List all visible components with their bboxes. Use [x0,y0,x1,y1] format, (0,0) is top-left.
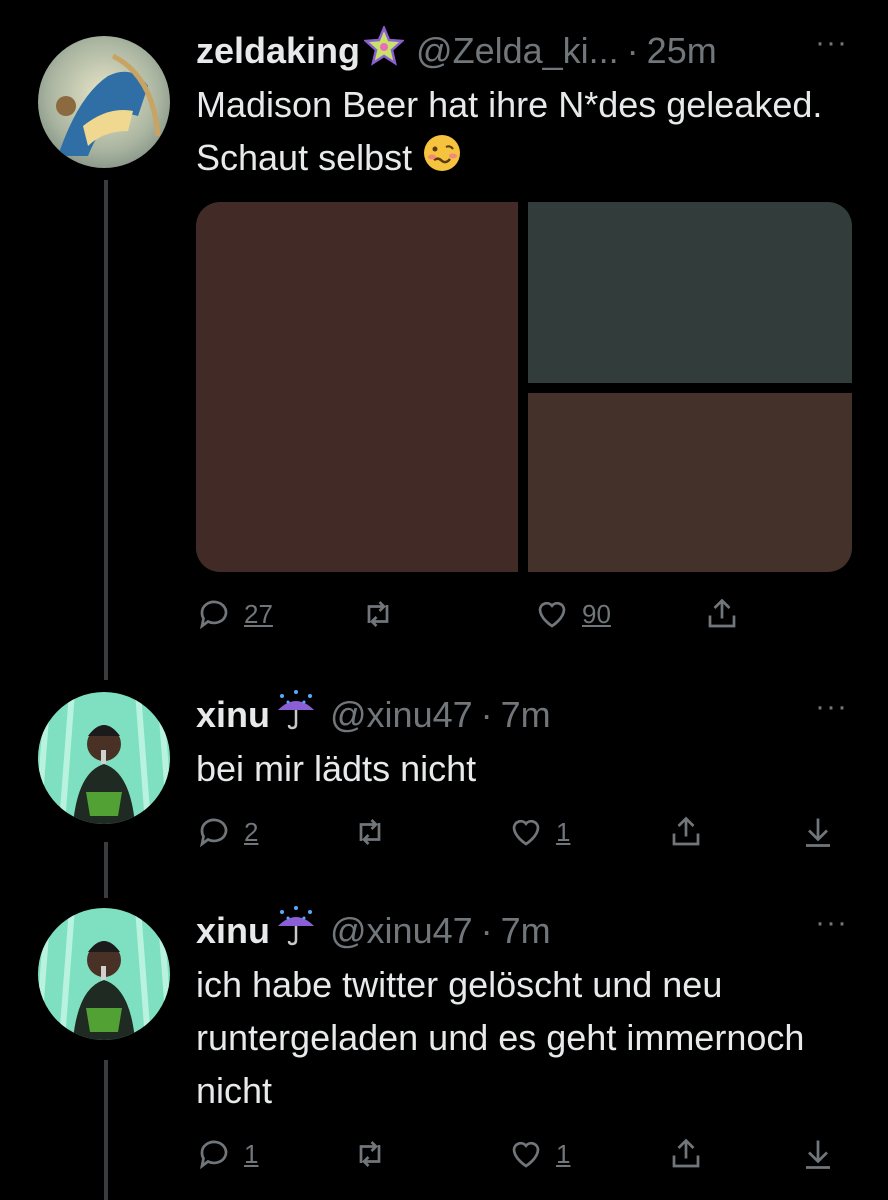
avatar[interactable] [38,908,170,1040]
share-icon [672,816,700,846]
sparkle-star-icon [363,24,406,76]
timestamp[interactable]: 25m [647,29,717,73]
retweet-icon [367,601,389,627]
reply-icon [199,600,228,630]
share-icon [672,1138,700,1168]
tweet-text-body: Madison Beer hat ihre N*des geleaked. Sc… [196,84,823,178]
like-button[interactable]: 90 [534,592,611,636]
tweet[interactable]: xinu @xinu47 · 7m ··· bei mir lädts nich… [0,680,888,880]
reply-count: 27 [244,598,273,629]
more-options-icon[interactable]: ··· [815,26,848,60]
umbrella-rain-icon [274,690,318,740]
reply-button[interactable]: 27 [196,592,273,636]
woozy-face-icon [422,133,462,187]
avatar[interactable] [38,692,170,824]
share-button[interactable] [668,810,704,854]
reply-button[interactable]: 1 [196,1132,258,1176]
more-options-icon[interactable]: ··· [815,690,848,724]
action-bar: 2 1 [196,810,836,854]
media-image-2[interactable] [528,202,852,383]
share-button[interactable] [704,592,740,636]
more-options-icon[interactable]: ··· [815,906,848,940]
media-image-3[interactable] [528,393,852,572]
tweet[interactable]: zeldaking @Zelda_ki... · 25m ··· Madison… [0,0,888,680]
separator-dot: · [480,910,493,951]
handle[interactable]: @Zelda_ki... [416,29,619,73]
display-name[interactable]: xinu [196,693,270,737]
tweet-header: xinu @xinu47 · 7m [196,906,848,956]
retweet-icon [359,1141,381,1167]
heart-icon [512,819,540,846]
tweet-text: Madison Beer hat ihre N*des geleaked. Sc… [196,78,848,187]
action-bar: 27 90 [196,592,836,636]
tweet[interactable]: xinu @xinu47 · 7m ··· ich habe twitter g… [0,896,888,1200]
media-image-1[interactable] [196,202,518,572]
display-name[interactable]: xinu [196,909,270,953]
like-count: 1 [556,816,571,847]
tweet-text: bei mir lädts nicht [196,748,477,789]
tweet-text: ich habe twitter gelöscht und neu runter… [196,964,805,1111]
like-button[interactable]: 1 [508,810,570,854]
avatar[interactable] [38,36,170,168]
share-icon [708,598,736,628]
handle[interactable]: @xinu47 [330,693,473,737]
download-icon [806,818,830,847]
reply-icon [199,1140,228,1170]
tweet-header: zeldaking @Zelda_ki... · 25m [196,24,848,76]
download-button[interactable] [800,1132,836,1176]
heart-icon [538,601,566,628]
separator-dot: · [626,30,639,71]
separator-dot: · [480,694,493,735]
retweet-button[interactable] [352,810,388,854]
reply-count: 2 [244,816,259,847]
like-count: 90 [582,598,611,629]
reply-button[interactable]: 2 [196,810,258,854]
tweet-header: xinu @xinu47 · 7m [196,690,848,740]
download-button[interactable] [800,810,836,854]
retweet-icon [359,819,381,845]
like-button[interactable]: 1 [508,1132,570,1176]
display-name[interactable]: zeldaking [196,29,360,73]
share-button[interactable] [668,1132,704,1176]
download-icon [806,1140,830,1169]
timestamp[interactable]: 7m [501,909,551,953]
reply-icon [199,818,228,848]
heart-icon [512,1141,540,1168]
retweet-button[interactable] [352,1132,388,1176]
like-count: 1 [556,1138,571,1169]
media-grid[interactable] [196,202,852,572]
umbrella-rain-icon [274,906,318,956]
action-bar: 1 1 [196,1132,836,1176]
handle[interactable]: @xinu47 [330,909,473,953]
reply-count: 1 [244,1138,259,1169]
timestamp[interactable]: 7m [501,693,551,737]
retweet-button[interactable] [360,592,396,636]
